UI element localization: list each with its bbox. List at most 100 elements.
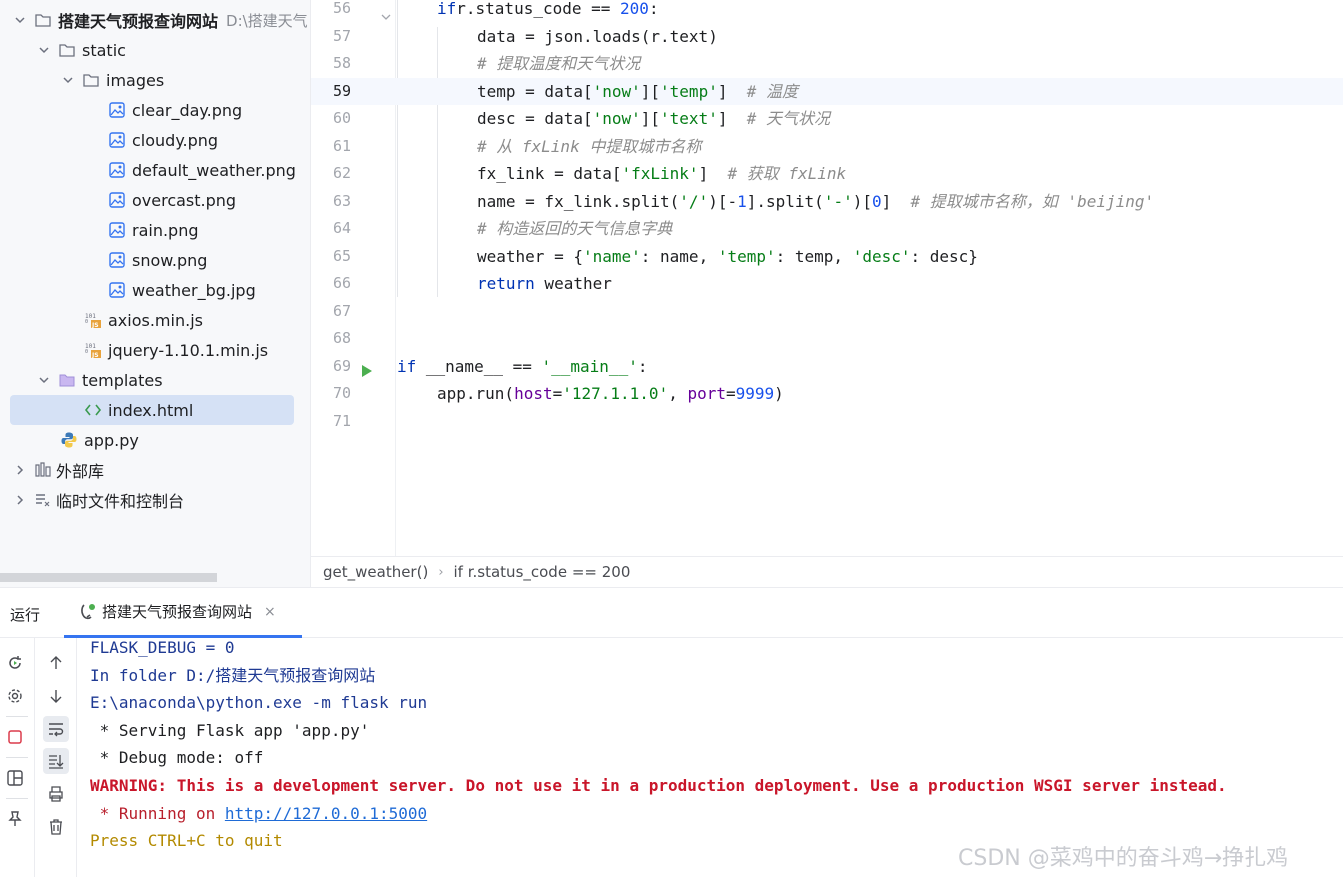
chevron-down-icon[interactable] [62,74,74,86]
chevron-right-icon[interactable] [14,464,26,476]
code-line[interactable]: 67 [311,298,1343,325]
code-text: if __name__ == '__main__': [397,353,647,380]
code-line[interactable]: 65 weather = {'name': name, 'temp': temp,… [311,243,1343,270]
code-line[interactable]: 59 temp = data['now']['temp'] # 温度 [311,77,1343,105]
console-output[interactable]: FLASK_DEBUG = 0 In folder D:/搭建天气预报查询网站 E:… [90,634,1330,855]
code-line[interactable]: 70 app.run(host='127.1.1.0', port=9999) [311,380,1343,407]
pin-icon[interactable] [2,806,28,832]
trash-icon[interactable] [43,814,69,840]
code-line[interactable]: 68 [311,325,1343,352]
image-file-icon [108,101,126,119]
code-token: desc = data[ [477,109,593,128]
tree-item-file[interactable]: cloudy.png [0,125,310,155]
code-token: data = json.loads(r.text) [477,26,718,46]
breadcrumb-condition[interactable]: if r.status_code == 200 [454,563,631,581]
line-number: 62 [332,164,351,182]
console-line: * Serving Flask app 'app.py' [90,720,370,740]
python-file-icon [60,431,78,449]
code-text: name = fx_link.split('/')[-1].split('-')… [477,188,1154,215]
chevron-down-icon[interactable] [38,374,50,386]
tree-item-scratches[interactable]: 临时文件和控制台 [0,485,310,515]
line-number: 61 [332,136,351,155]
print-icon[interactable] [43,781,69,807]
code-line[interactable]: 57 data = json.loads(r.text) [311,23,1343,50]
code-line[interactable]: 66 return weather [311,270,1343,297]
chevron-down-icon[interactable] [14,14,26,26]
chevron-down-icon[interactable] [38,44,50,56]
code-line[interactable]: 58 # 提取温度和天气状况 [311,50,1343,77]
server-url-link[interactable]: http://127.0.0.1:5000 [225,804,427,823]
tree-item-static[interactable]: static [0,35,310,65]
run-gutter-icon[interactable] [361,359,373,377]
tree-item-label: static [82,40,126,60]
image-file-icon [108,131,126,149]
chevron-right-icon[interactable] [14,494,26,506]
code-line[interactable]: 60 desc = data['now']['text'] # 天气状况 [311,105,1343,132]
tree-project-root[interactable]: 搭建天气预报查询网站 D:\搭建天气 [0,5,310,35]
tree-item-file[interactable]: default_weather.png [0,155,310,185]
code-line[interactable]: 71 [311,408,1343,435]
console-line: * Debug mode: off [90,748,264,768]
rerun-icon[interactable] [2,650,28,676]
line-number: 71 [332,411,351,430]
tree-item-label: cloudy.png [132,130,219,150]
tree-item-file[interactable]: app.py [0,425,310,455]
code-token: : [637,356,648,376]
console-line: E:\anaconda\python.exe -m flask run [90,693,428,713]
arrow-up-icon[interactable] [43,650,69,676]
toolbar-divider [6,798,28,799]
tree-horizontal-scrollbar[interactable] [0,573,217,582]
code-line[interactable]: 62 fx_link = data['fxLink'] # 获取 fxLink [311,160,1343,187]
tree-item-file[interactable]: 101 0 JS axios.min.js [0,305,310,335]
scroll-to-end-icon[interactable] [43,748,69,774]
arrow-down-icon[interactable] [43,683,69,709]
soft-wrap-icon[interactable] [43,716,69,742]
tree-item-label: jquery-1.10.1.min.js [108,340,269,360]
console-line: FLASK_DEBUG = 0 [90,638,235,657]
breadcrumb-function[interactable]: get_weather() [323,563,428,581]
code-token: # 构造返回的天气信息字典 [477,219,673,238]
code-token: 'text' [660,109,718,128]
layout-icon[interactable] [2,765,28,791]
code-token: , [668,384,688,403]
close-icon[interactable]: × [264,604,276,620]
code-editor[interactable]: 56 ifr.status_code == 200: 57 data = json.l… [310,0,1343,556]
tree-item-file[interactable]: rain.png [0,215,310,245]
code-text: # 提取温度和天气状况 [477,50,640,77]
code-token: = [552,384,563,403]
code-line[interactable]: 69 if __name__ == '__main__': [311,353,1343,380]
tree-item-external-libs[interactable]: 外部库 [0,455,310,485]
tree-item-label: snow.png [132,250,208,270]
line-number: 64 [332,219,351,237]
code-line[interactable]: 63 name = fx_link.split('/')[-1].split('-… [311,188,1343,215]
tree-item-images[interactable]: images [0,65,310,95]
image-file-icon [108,161,126,179]
image-file-icon [108,191,126,209]
code-line[interactable]: 61 # 从 fxLink 中提取城市名称 [311,133,1343,160]
stop-icon[interactable] [2,724,28,750]
tree-item-file[interactable]: overcast.png [0,185,310,215]
svg-text:JS: JS [91,322,99,329]
tree-item-file[interactable]: 101 0 JS jquery-1.10.1.min.js [0,335,310,365]
code-line[interactable]: 64 # 构造返回的天气信息字典 [311,215,1343,242]
tree-item-file[interactable]: snow.png [0,245,310,275]
project-path: D:\搭建天气 [226,11,308,30]
code-line[interactable]: 56 ifr.status_code == 200: [311,0,1343,22]
settings-icon[interactable] [2,683,28,709]
fold-icon[interactable] [381,3,391,20]
tree-item-file[interactable]: weather_bg.jpg [0,275,310,305]
line-number: 67 [332,301,351,320]
tree-item-templates[interactable]: templates [0,365,310,395]
tree-item-file[interactable]: index.html [0,395,310,425]
run-tab-label: 搭建天气预报查询网站 [102,603,253,621]
tree-item-file[interactable]: clear_day.png [0,95,310,125]
image-file-icon [108,221,126,239]
run-tab[interactable]: 搭建天气预报查询网站 × [64,588,302,638]
code-token: __name__ == [416,356,542,376]
code-token: 200 [620,0,649,18]
tree-item-label: default_weather.png [132,160,296,180]
code-token: ].split( [746,191,824,211]
code-token: # 温度 [746,81,799,101]
image-file-icon [108,251,126,269]
code-text: # 从 fxLink 中提取城市名称 [477,133,701,160]
